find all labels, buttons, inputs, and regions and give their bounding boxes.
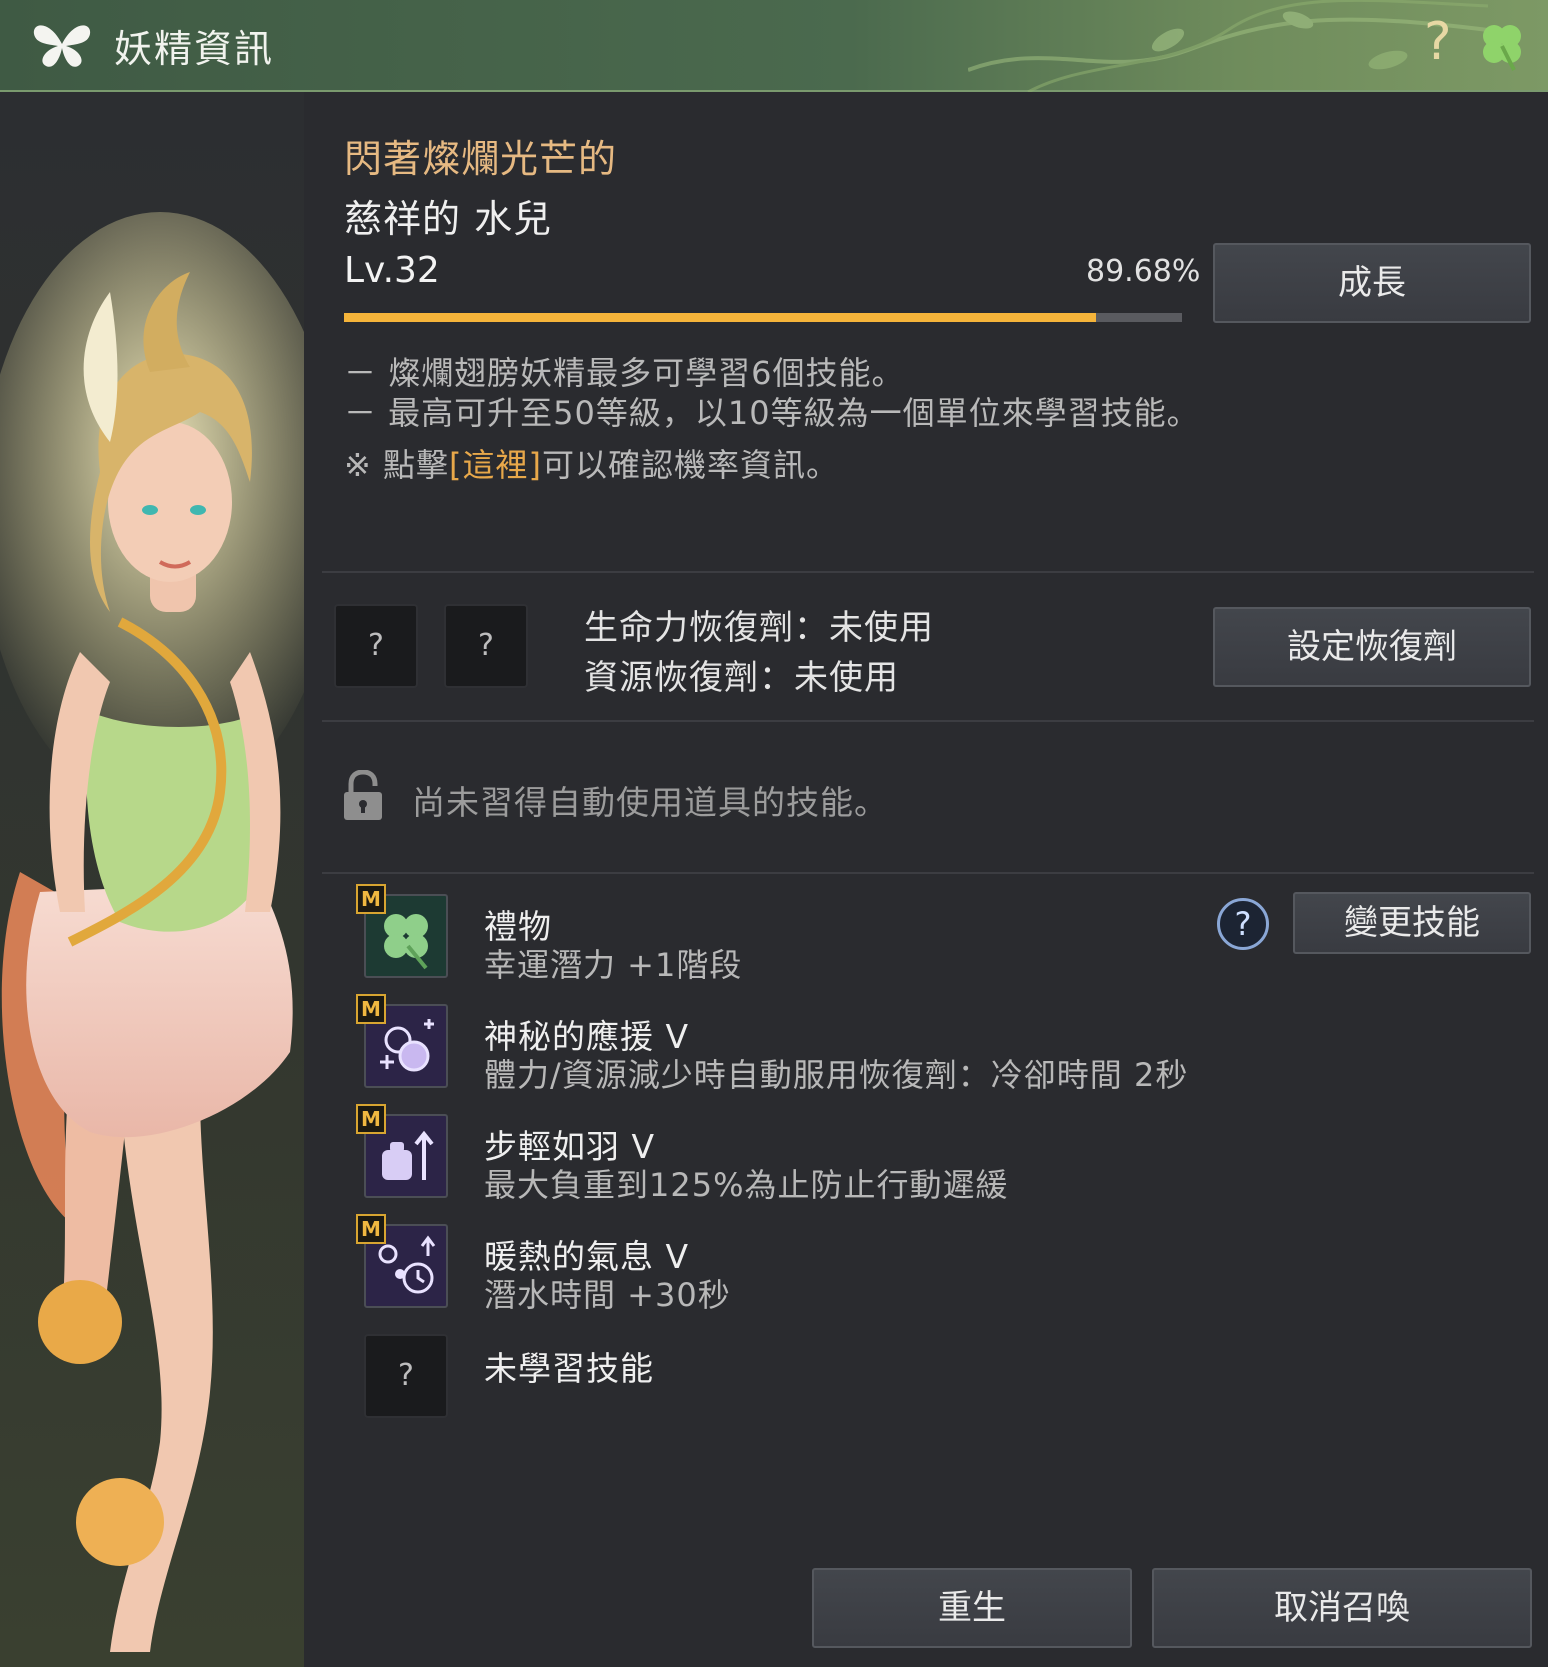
- change-skill-button[interactable]: 變更技能: [1293, 892, 1531, 954]
- unlearned-skill-slot[interactable]: ?: [364, 1334, 448, 1418]
- set-potion-button[interactable]: 設定恢復劑: [1213, 607, 1531, 687]
- fairy-info-window: 妖精資訊 ? 閃著燦爛光芒的 慈祥的 水兒 Lv.32 89.68% 成長 － …: [0, 0, 1548, 1667]
- divider: [322, 872, 1534, 874]
- skill-desc: 體力/資源減少時自動服用恢復劑：冷卻時間 2秒: [484, 1056, 1189, 1094]
- skill-gift-icon[interactable]: M: [356, 884, 448, 978]
- clover-icon[interactable]: [1474, 18, 1530, 74]
- hp-potion-slot[interactable]: ?: [334, 604, 418, 688]
- info-probability: ※ 點擊[這裡]可以確認機率資訊。: [344, 440, 839, 486]
- skill-name: 未學習技能: [484, 1349, 654, 1388]
- info-probability-prefix: ※ 點擊: [344, 446, 449, 484]
- divider: [322, 571, 1534, 573]
- fairy-name: 慈祥的 水兒: [344, 197, 553, 241]
- skill-desc: 最大負重到125%為止防止行動遲緩: [484, 1166, 1009, 1204]
- rebirth-button[interactable]: 重生: [812, 1568, 1132, 1648]
- lock-icon: [344, 770, 382, 820]
- exp-percent: 89.68%: [1086, 254, 1201, 289]
- fairy-illustration: [0, 212, 304, 1652]
- skill-mysterious-support-icon[interactable]: M: [356, 994, 448, 1088]
- skill-desc: 幸運潛力 +1階段: [484, 946, 743, 984]
- resource-potion-slot[interactable]: ?: [444, 604, 528, 688]
- exp-progress-bar: [344, 313, 1182, 322]
- grow-button[interactable]: 成長: [1213, 243, 1531, 323]
- fairy-level: Lv.32: [344, 250, 440, 291]
- fairy-rarity: 閃著燦爛光芒的: [344, 137, 618, 181]
- info-max-level: － 最高可升至50等級，以10等級為一個單位來學習技能。: [344, 394, 1200, 432]
- unsummon-button[interactable]: 取消召喚: [1152, 1568, 1532, 1648]
- hp-potion-status: 生命力恢復劑：未使用: [584, 608, 934, 648]
- window-title: 妖精資訊: [114, 27, 275, 71]
- divider: [322, 720, 1534, 722]
- help-button[interactable]: ?: [1424, 12, 1452, 72]
- probability-link[interactable]: [這裡]: [449, 446, 542, 484]
- fairy-portrait: [0, 92, 304, 1667]
- mastery-badge: M: [356, 1214, 386, 1244]
- resource-potion-status: 資源恢復劑：未使用: [584, 658, 899, 698]
- skill-light-step-icon[interactable]: M: [356, 1104, 448, 1198]
- mastery-badge: M: [356, 1104, 386, 1134]
- title-bar: 妖精資訊 ?: [0, 0, 1548, 92]
- mastery-badge: M: [356, 994, 386, 1024]
- skill-help-button[interactable]: ?: [1217, 898, 1269, 950]
- exp-progress-fill: [344, 313, 1096, 322]
- mastery-badge: M: [356, 884, 386, 914]
- vine-decoration: [968, 0, 1488, 92]
- skill-desc: 潛水時間 +30秒: [484, 1276, 731, 1314]
- skill-warm-breath-icon[interactable]: M: [356, 1214, 448, 1308]
- auto-item-locked-text: 尚未習得自動使用道具的技能。: [412, 783, 888, 822]
- butterfly-icon: [33, 25, 91, 67]
- info-probability-suffix: 可以確認機率資訊。: [541, 446, 839, 484]
